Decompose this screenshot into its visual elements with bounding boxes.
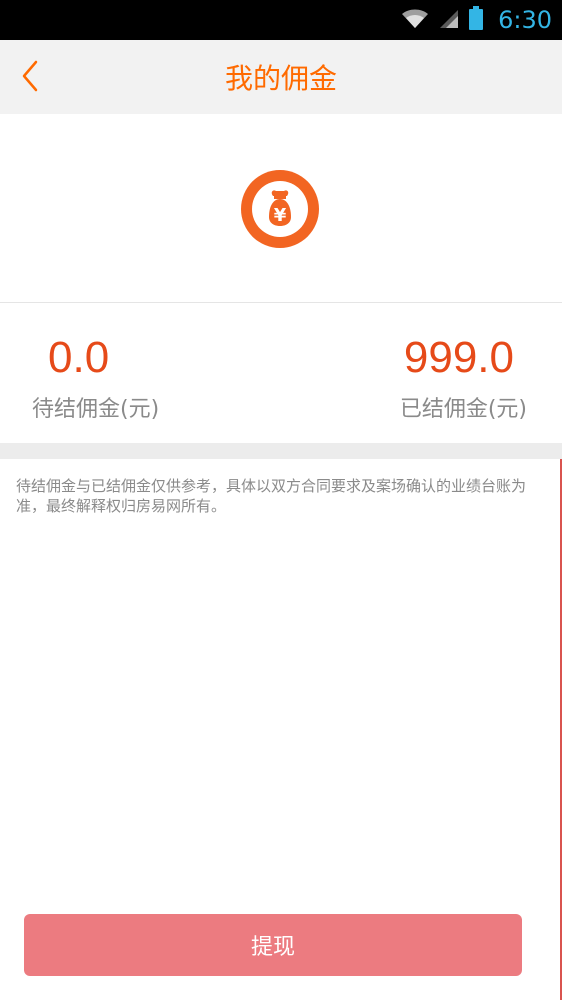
settled-commission-label: 已结佣金(元)	[399, 397, 527, 422]
commission-header: ¥	[0, 114, 562, 303]
status-bar: 6:30	[0, 0, 562, 40]
wifi-icon	[400, 6, 430, 34]
svg-text:¥: ¥	[274, 205, 287, 226]
battery-icon	[468, 5, 484, 35]
money-bag-icon: ¥	[240, 169, 320, 249]
page-title: 我的佣金	[224, 62, 337, 95]
pending-commission-label: 待结佣金(元)	[32, 397, 160, 422]
withdraw-button[interactable]: 提现	[24, 914, 522, 976]
section-divider	[0, 443, 562, 459]
commission-stats: 0.0 待结佣金(元) 999.0 已结佣金(元)	[0, 303, 562, 443]
status-time: 6:30	[498, 6, 552, 34]
pending-commission-amount: 0.0	[48, 333, 110, 382]
status-icons: 6:30	[400, 0, 552, 40]
disclaimer-text: 待结佣金与已结佣金仅供参考，具体以双方合同要求及案场确认的业绩台账为准，最终解释…	[16, 477, 527, 515]
nav-bar: 我的佣金	[0, 40, 562, 114]
signal-icon	[438, 6, 460, 34]
settled-commission-amount: 999.0	[403, 333, 514, 382]
